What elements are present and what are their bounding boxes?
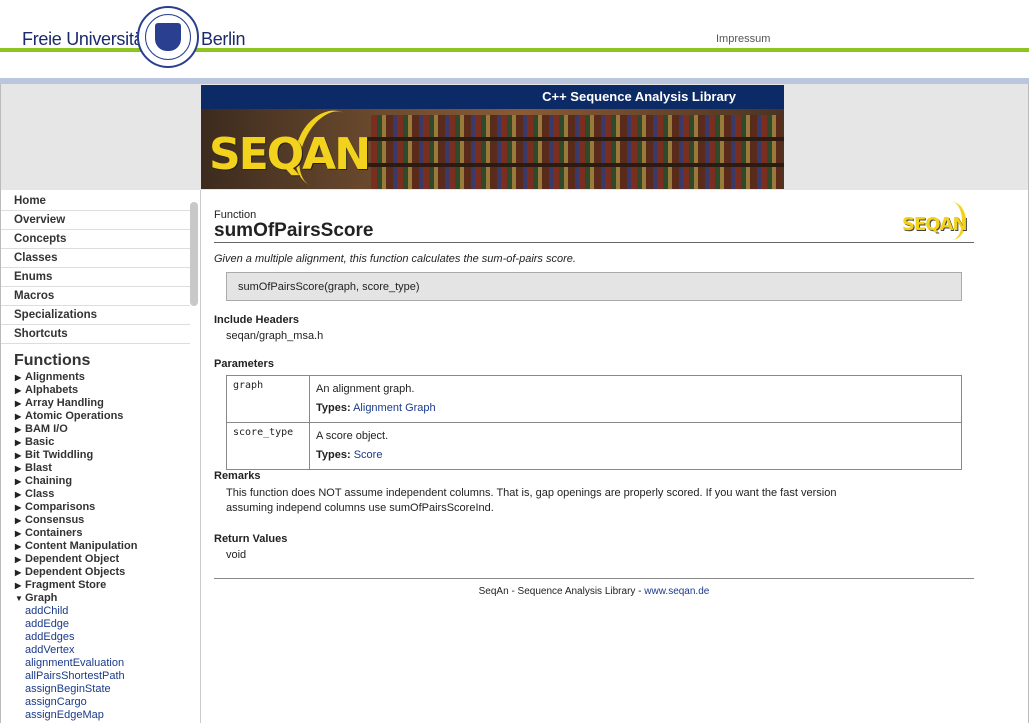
seqan-website-link[interactable]: www.seqan.de bbox=[644, 586, 709, 597]
remarks-line: assuming independ columns use sumOfPairs… bbox=[226, 502, 494, 514]
expand-triangle-icon: ▶ bbox=[15, 490, 22, 499]
banner-title: C++ Sequence Analysis Library bbox=[201, 85, 784, 109]
expand-triangle-icon: ▶ bbox=[15, 373, 22, 382]
remarks-heading: Remarks bbox=[214, 470, 261, 482]
sidebar-item-shortcuts[interactable]: Shortcuts bbox=[0, 325, 190, 344]
expand-triangle-icon: ▶ bbox=[15, 425, 22, 434]
university-seal-icon[interactable] bbox=[137, 6, 199, 68]
return-values-heading: Return Values bbox=[214, 533, 288, 545]
function-link[interactable]: addEdge bbox=[0, 618, 200, 631]
category-item[interactable]: ▶ Dependent Objects bbox=[0, 566, 200, 579]
remarks-line: This function does NOT assume independen… bbox=[226, 487, 837, 499]
expand-triangle-icon: ▶ bbox=[15, 503, 22, 512]
expand-triangle-icon: ▶ bbox=[15, 581, 22, 590]
type-link[interactable]: Score bbox=[354, 449, 383, 461]
function-link[interactable]: addEdges bbox=[0, 631, 200, 644]
library-shelves-image: SEQAN bbox=[201, 109, 784, 189]
expand-triangle-icon: ▶ bbox=[15, 451, 22, 460]
category-item[interactable]: ▶ Content Manipulation bbox=[0, 540, 200, 553]
category-item[interactable]: ▶ Array Handling bbox=[0, 397, 200, 410]
function-signature: sumOfPairsScore(graph, score_type) bbox=[226, 272, 962, 301]
expand-triangle-icon: ▶ bbox=[15, 477, 22, 486]
function-link[interactable]: addVertex bbox=[0, 644, 200, 657]
category-item[interactable]: ▶ Fragment Store bbox=[0, 579, 200, 592]
category-item[interactable]: ▶ Dependent Object bbox=[0, 553, 200, 566]
graph-function-list: addChild addEdge addEdges addVertex alig… bbox=[0, 605, 200, 723]
function-summary: Given a multiple alignment, this functio… bbox=[214, 253, 576, 265]
parameters-heading: Parameters bbox=[214, 358, 274, 370]
sidebar-item-macros[interactable]: Macros bbox=[0, 287, 190, 306]
sidebar-item-classes[interactable]: Classes bbox=[0, 249, 190, 268]
category-item[interactable]: ▶ Basic bbox=[0, 436, 200, 449]
category-item[interactable]: ▶ BAM I/O bbox=[0, 423, 200, 436]
table-row: graph An alignment graph. Types: Alignme… bbox=[226, 375, 962, 423]
function-link[interactable]: assignEdgeMap bbox=[0, 709, 200, 722]
sidebar-scrollbar[interactable] bbox=[190, 202, 198, 306]
expand-triangle-icon: ▶ bbox=[15, 516, 22, 525]
functions-heading: Functions bbox=[14, 352, 91, 369]
expand-triangle-icon: ▶ bbox=[15, 555, 22, 564]
param-description: A score object. Types: Score bbox=[309, 422, 962, 470]
category-item[interactable]: ▶ Consensus bbox=[0, 514, 200, 527]
footer-divider bbox=[214, 578, 974, 579]
university-header: Freie Universität Berlin Impressum bbox=[0, 0, 1029, 68]
sidebar-item-specializations[interactable]: Specializations bbox=[0, 306, 190, 325]
title-divider bbox=[214, 242, 974, 243]
function-link[interactable]: allPairsShortestPath bbox=[0, 670, 200, 683]
function-link[interactable]: assignCargo bbox=[0, 696, 200, 709]
include-file: seqan/graph_msa.h bbox=[226, 330, 324, 342]
seqan-banner: C++ Sequence Analysis Library SEQAN bbox=[201, 85, 784, 189]
function-link[interactable]: addChild bbox=[0, 605, 200, 618]
category-item[interactable]: ▶ Atomic Operations bbox=[0, 410, 200, 423]
university-name-left: Freie Universität bbox=[22, 29, 148, 49]
seqan-small-logo: SEQAN bbox=[902, 202, 972, 240]
param-description: An alignment graph. Types: Alignment Gra… bbox=[309, 375, 962, 423]
function-link[interactable]: alignmentEvaluation bbox=[0, 657, 200, 670]
category-item[interactable]: ▶ Class bbox=[0, 488, 200, 501]
category-item[interactable]: ▶ Bit Twiddling bbox=[0, 449, 200, 462]
category-item[interactable]: ▶ Chaining bbox=[0, 475, 200, 488]
category-item[interactable]: ▶ Alphabets bbox=[0, 384, 200, 397]
return-value: void bbox=[226, 549, 247, 561]
expand-triangle-icon: ▶ bbox=[15, 412, 22, 421]
function-link[interactable]: assignBeginState bbox=[0, 683, 200, 696]
collapse-triangle-icon: ▼ bbox=[15, 594, 23, 603]
sidebar-nav: Home Overview Concepts Classes Enums Mac… bbox=[0, 192, 200, 344]
sidebar: Home Overview Concepts Classes Enums Mac… bbox=[0, 190, 201, 723]
sidebar-item-concepts[interactable]: Concepts bbox=[0, 230, 190, 249]
include-headers-heading: Include Headers bbox=[214, 314, 299, 326]
category-item-graph[interactable]: ▼ Graph bbox=[0, 592, 200, 605]
expand-triangle-icon: ▶ bbox=[15, 542, 22, 551]
param-name: graph bbox=[226, 375, 310, 423]
sidebar-item-overview[interactable]: Overview bbox=[0, 211, 190, 230]
category-item[interactable]: ▶ Containers bbox=[0, 527, 200, 540]
page-title: sumOfPairsScore bbox=[214, 220, 374, 241]
type-link[interactable]: Alignment Graph bbox=[353, 402, 436, 414]
expand-triangle-icon: ▶ bbox=[15, 438, 22, 447]
sidebar-item-enums[interactable]: Enums bbox=[0, 268, 190, 287]
impressum-link[interactable]: Impressum bbox=[716, 33, 770, 45]
expand-triangle-icon: ▶ bbox=[15, 399, 22, 408]
function-categories: ▶ Alignments ▶ Alphabets ▶ Array Handling ▶… bbox=[0, 371, 200, 605]
category-item[interactable]: ▶ Comparisons bbox=[0, 501, 200, 514]
table-row: score_type A score object. Types: Score bbox=[226, 422, 962, 470]
parameters-table: graph An alignment graph. Types: Alignme… bbox=[226, 375, 962, 470]
expand-triangle-icon: ▶ bbox=[15, 386, 22, 395]
university-name-right: Berlin bbox=[201, 29, 246, 49]
expand-triangle-icon: ▶ bbox=[15, 529, 22, 538]
footer: SeqAn - Sequence Analysis Library - www.… bbox=[478, 586, 710, 597]
category-item[interactable]: ▶ Blast bbox=[0, 462, 200, 475]
seqan-logo[interactable]: SEQAN bbox=[209, 129, 371, 180]
expand-triangle-icon: ▶ bbox=[15, 464, 22, 473]
category-item[interactable]: ▶ Alignments bbox=[0, 371, 200, 384]
param-name: score_type bbox=[226, 422, 310, 470]
expand-triangle-icon: ▶ bbox=[15, 568, 22, 577]
sidebar-item-home[interactable]: Home bbox=[0, 192, 190, 211]
